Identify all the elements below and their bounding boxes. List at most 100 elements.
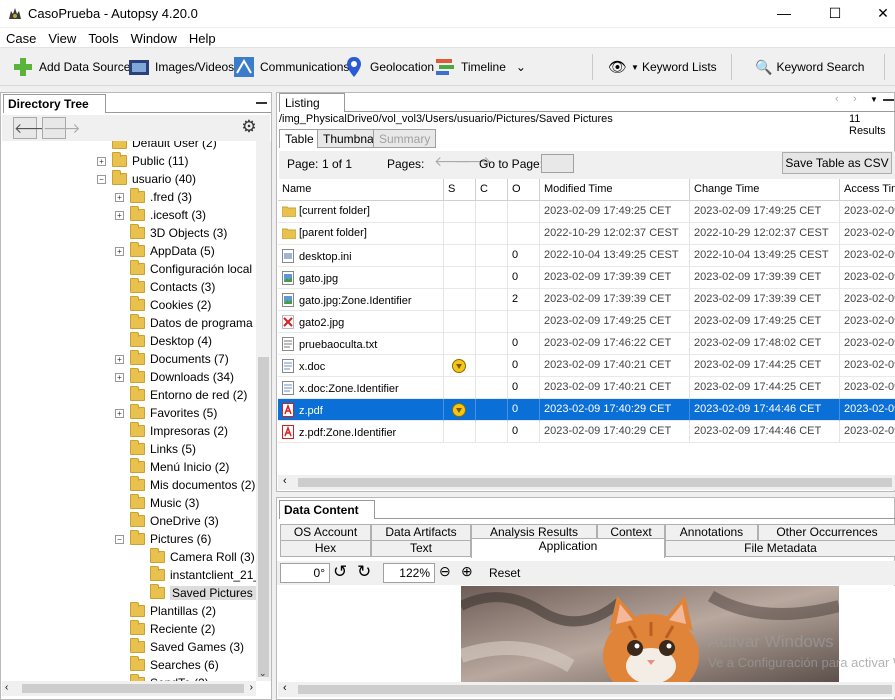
directory-tree-tab[interactable]: Directory Tree (3, 94, 106, 113)
column-header[interactable]: C (476, 179, 508, 201)
minimize-panel-icon[interactable] (883, 99, 894, 101)
tree-item[interactable]: Contacts (3) (130, 278, 215, 296)
expand-icon[interactable]: + (115, 408, 124, 418)
table-row[interactable]: pruebaoculta.txt 0 2023-02-09 17:46:22 CET… (278, 333, 895, 355)
expand-icon[interactable]: + (115, 354, 124, 364)
tree-item[interactable]: + Public (11) (97, 152, 188, 170)
tree-vertical-scrollbar[interactable]: ⌄ (256, 141, 271, 681)
tree-item[interactable]: SendTo (2) (130, 674, 209, 681)
scrollbar-thumb[interactable] (258, 357, 269, 677)
tree-item[interactable]: − Pictures (6) (115, 530, 211, 548)
tab-file-metadata[interactable]: File Metadata (665, 540, 895, 557)
tab-application[interactable]: Application (471, 538, 665, 558)
tab-hex[interactable]: Hex (280, 540, 371, 557)
column-header[interactable]: Name (278, 179, 444, 201)
tree-item[interactable]: Mis documentos (2) (130, 476, 255, 494)
maximize-button[interactable]: ☐ (812, 0, 858, 27)
zoom-in-icon[interactable]: ⊕ (461, 563, 473, 580)
tree-item[interactable]: Music (3) (130, 494, 199, 512)
zoom-out-icon[interactable]: ⊖ (439, 563, 451, 580)
column-header[interactable]: Modified Time (540, 179, 690, 201)
table-row[interactable]: x.doc:Zone.Identifier 0 2023-02-09 17:40:2… (278, 377, 895, 399)
scrollbar-thumb[interactable] (298, 685, 892, 694)
tree-item[interactable]: + Documents (7) (115, 350, 229, 368)
tree-item[interactable]: OneDrive (3) (130, 512, 219, 530)
tree-item[interactable]: Desktop (4) (130, 332, 212, 350)
goto-page-input[interactable] (541, 154, 574, 173)
tab-os-account[interactable]: OS Account (280, 524, 371, 541)
menu-view[interactable]: View (42, 28, 82, 46)
expand-icon[interactable]: + (115, 246, 124, 256)
tab-menu-icon[interactable]: ▼ (870, 95, 878, 104)
expand-icon[interactable]: + (97, 156, 106, 166)
minimize-panel-icon[interactable] (256, 102, 267, 104)
timeline-button[interactable]: Timeline ⌄ (434, 48, 526, 86)
tree-item[interactable]: + .icesoft (3) (115, 206, 206, 224)
keyword-lists-button[interactable]: 👁 ▼ Keyword Lists (608, 48, 717, 86)
zoom-field[interactable]: 122% (383, 563, 435, 583)
tree-item[interactable]: Camera Roll (3) (150, 548, 255, 566)
images-videos-button[interactable]: Images/Videos (128, 48, 234, 86)
tree-item[interactable]: Impresoras (2) (130, 422, 228, 440)
back-arrow-icon[interactable]: 🡐 (13, 117, 52, 139)
tree-item[interactable]: instantclient_21_ (150, 566, 256, 584)
tree-item[interactable]: + Downloads (34) (115, 368, 234, 386)
scrollbar-thumb[interactable] (298, 478, 892, 487)
gear-icon[interactable]: ⚙ (237, 117, 261, 139)
table-horizontal-scrollbar[interactable]: ‹ (278, 475, 895, 490)
table-row[interactable]: desktop.ini 0 2022-10-04 13:49:25 CEST 2022… (278, 245, 895, 267)
table-row[interactable]: x.doc 0 2023-02-09 17:40:21 CET 2023-02-09 … (278, 355, 895, 377)
tree-item[interactable]: Menú Inicio (2) (130, 458, 229, 476)
scroll-right-icon[interactable]: › (250, 682, 253, 693)
expand-icon[interactable]: + (115, 210, 124, 220)
tree-item[interactable]: Datos de programa ( (130, 314, 256, 332)
tree-item[interactable]: Cookies (2) (130, 296, 211, 314)
tree-item[interactable]: Entorno de red (2) (130, 386, 247, 404)
add-data-source-button[interactable]: Add Data Source (12, 48, 130, 86)
chevron-down-icon[interactable]: ⌄ (516, 60, 526, 74)
tab-annotations[interactable]: Annotations (665, 524, 758, 541)
save-table-csv-button[interactable]: Save Table as CSV (782, 152, 892, 174)
table-row[interactable]: gato.jpg:Zone.Identifier 2 2023-02-09 17:3… (278, 289, 895, 311)
scroll-left-icon[interactable]: ‹ (283, 682, 287, 694)
reset-button[interactable]: Reset (489, 566, 520, 580)
tree-item[interactable]: + Favorites (5) (115, 404, 217, 422)
viewer-horizontal-scrollbar[interactable]: ‹ (278, 682, 895, 697)
scroll-down-icon[interactable]: ⌄ (259, 668, 267, 679)
menu-tools[interactable]: Tools (82, 28, 124, 46)
tree-item[interactable]: Default User (2) (112, 141, 217, 152)
table-row[interactable]: gato.jpg 0 2023-02-09 17:39:39 CET 2023-02-… (278, 267, 895, 289)
tab-summary[interactable]: Summary (373, 129, 437, 148)
table-row[interactable]: gato2.jpg 2023-02-09 17:49:25 CET 2023-02-… (278, 311, 895, 333)
scroll-left-icon[interactable]: ‹ (283, 475, 287, 487)
column-header[interactable]: Access Time (840, 179, 895, 201)
scroll-left-icon[interactable]: ‹ (5, 682, 8, 693)
column-header[interactable]: Change Time (690, 179, 840, 201)
tab-table[interactable]: Table (279, 129, 320, 148)
column-header[interactable]: S (444, 179, 476, 201)
collapse-icon[interactable]: − (97, 174, 106, 184)
tree-item[interactable]: + .fred (3) (115, 188, 192, 206)
collapse-icon[interactable]: − (115, 534, 124, 544)
tab-other-occurrences[interactable]: Other Occurrences (758, 524, 895, 541)
minimize-button[interactable]: — (761, 0, 807, 27)
column-header[interactable]: O (508, 179, 540, 201)
tree-item[interactable]: + AppData (5) (115, 242, 215, 260)
prev-tab-icon[interactable]: ‹ (835, 93, 839, 105)
close-button[interactable]: ✕ (860, 0, 895, 27)
expand-icon[interactable]: + (115, 192, 124, 202)
expand-icon[interactable]: + (115, 372, 124, 382)
tree-item[interactable]: Saved Pictures ( (150, 584, 256, 602)
table-row[interactable]: z.pdf 0 2023-02-09 17:40:29 CET 2023-02-09 … (278, 399, 895, 421)
tree-item[interactable]: Plantillas (2) (130, 602, 216, 620)
rotation-field[interactable]: 0° (280, 563, 330, 583)
table-row[interactable]: [parent folder] 2022-10-29 12:02:37 CEST 2… (278, 223, 895, 245)
tree-item[interactable]: Saved Games (3) (130, 638, 244, 656)
forward-arrow-icon[interactable]: 🡒 (42, 117, 81, 139)
communications-button[interactable]: Communications (233, 48, 349, 86)
menu-help[interactable]: Help (183, 28, 222, 46)
tree-item[interactable]: Configuración local ( (130, 260, 256, 278)
scrollbar-thumb[interactable] (22, 684, 244, 693)
data-content-tab[interactable]: Data Content (279, 500, 375, 519)
keyword-search-button[interactable]: 🔍 Keyword Search (755, 48, 864, 86)
